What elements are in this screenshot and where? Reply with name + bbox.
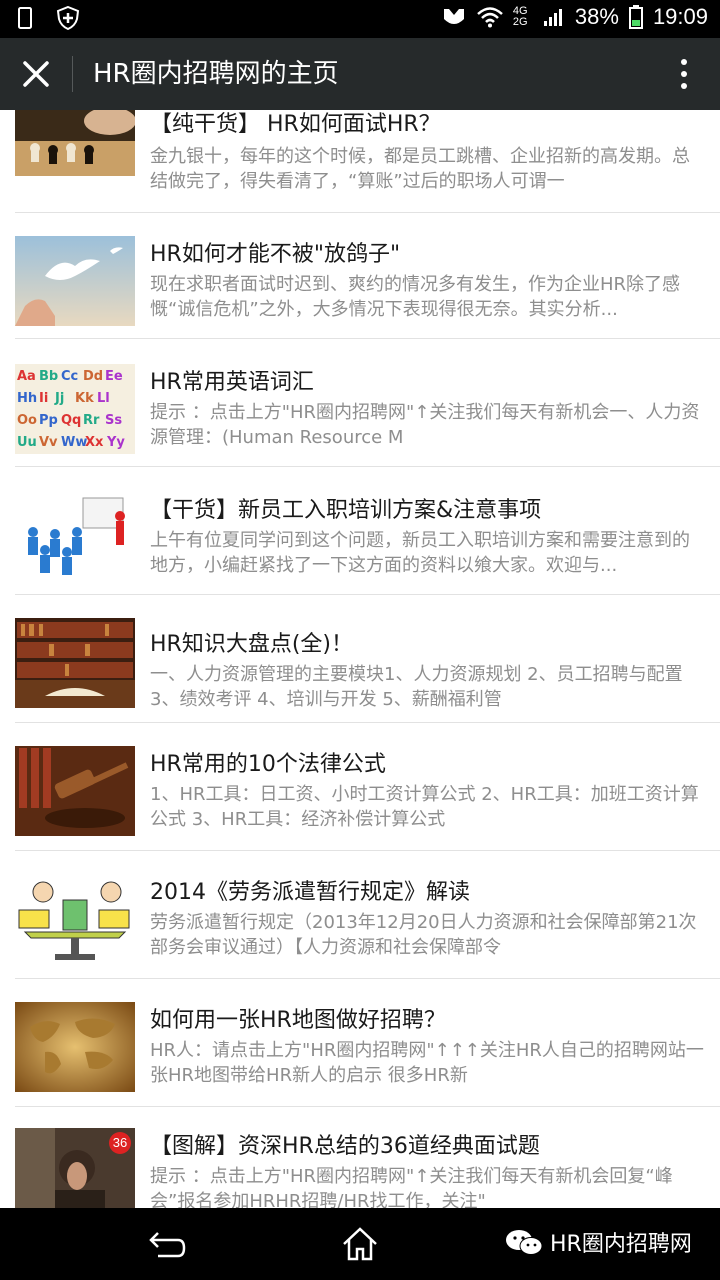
svg-text:Yy: Yy [106,435,125,450]
svg-text:Dd: Dd [83,369,103,384]
wechat-icon [506,1230,543,1255]
svg-text:Ww: Ww [61,435,87,450]
list-item[interactable]: 36 【图解】资深HR总结的36道经典面试题 提示 ：点击上方"HR圈内招聘网"… [0,1128,720,1208]
svg-text:Oo: Oo [17,413,37,428]
list-item[interactable]: HR知识大盘点(全)！ 一、人力资源管理的主要模块1、人力资源规划 2、员工招聘… [0,618,720,746]
close-icon[interactable] [18,56,54,92]
article-title: HR常用的10个法律公式 [150,752,386,777]
article-description: 提示 ：点击上方"HR圈内招聘网"↑关注我们每天有新机会回复“峰会”报名参加HR… [150,1166,673,1208]
network-type-label: 4G 2G [512,5,528,28]
separator [15,1106,720,1107]
phone-icon [18,7,32,29]
more-vertical-icon[interactable] [676,56,692,92]
battery-percent: 38% [574,4,619,29]
title-bar: HR圈内招聘网的主页 [0,38,720,110]
svg-text:Ll: Ll [97,391,110,406]
svg-text:Jj: Jj [54,391,64,406]
article-list: 【纯干货】 HR如何面试HR？ 金九银十，每年的这个时候，都是员工跳槽、企业招新… [0,110,720,1208]
list-item[interactable]: 如何用一张HR地图做好招聘？ HR人：请点击上方"HR圈内招聘网"↑↑↑关注HR… [0,1002,720,1130]
list-item[interactable]: 2014《劳务派遣暂行规定》解读 劳务派遣暂行规定（2013年12月20日人力资… [0,874,720,1002]
svg-text:Vv: Vv [39,435,58,450]
article-title: HR知识大盘点(全)！ [150,632,353,657]
svg-text:Aa: Aa [17,369,36,384]
article-description: 上午有位夏同学问到这个问题，新员工入职培训方案和需要注意到的地方，小编赶紧找了一… [150,530,690,576]
article-thumbnail [15,236,135,326]
separator [15,978,720,979]
article-title: HR常用英语词汇 [150,370,314,395]
separator [15,466,720,467]
svg-text:Ee: Ee [105,369,123,384]
shield-icon [56,6,80,30]
watermark-text: HR圈内招聘网 [550,1232,692,1257]
article-thumbnail [15,618,135,708]
article-description: 一、人力资源管理的主要模块1、人力资源规划 2、员工招聘与配置 3、绩效考评 4… [150,664,683,710]
article-description: HR人：请点击上方"HR圈内招聘网"↑↑↑关注HR人自己的招聘网站一张HR地图带… [150,1040,704,1086]
wifi-icon [477,7,503,28]
title-divider [72,56,73,92]
svg-text:Uu: Uu [17,435,37,450]
navigation-bar: HR圈内招聘网 [0,1208,720,1280]
status-left-icons [14,6,80,30]
svg-text:Kk: Kk [75,391,94,406]
watermark: HR圈内招聘网 [504,1226,692,1258]
article-thumbnail [15,492,135,582]
article-thumbnail: Aa Bb Cc Dd Ee Hh Ii Jj Kk Ll Oo Pp Qq Rr Ss Uu Vv Ww X… [15,364,135,454]
article-title: HR如何才能不被"放鸽子" [150,242,401,267]
list-item[interactable]: HR如何才能不被"放鸽子" 现在求职者面试时迟到、爽约的情况多有发生，作为企业H… [0,236,720,364]
list-item[interactable]: 【纯干货】 HR如何面试HR？ 金九银十，每年的这个时候，都是员工跳槽、企业招新… [0,110,720,216]
article-description: 1、HR工具：日工资、小时工资计算公式 2、HR工具：加班工资计算公式 3、HR… [150,784,699,830]
separator [15,594,720,595]
article-thumbnail [15,1002,135,1092]
svg-text:Qq: Qq [61,413,81,428]
battery-icon [628,5,643,29]
article-thumbnail: 36 [15,1128,135,1208]
notification-icon [443,9,464,24]
page-title: HR圈内招聘网的主页 [93,59,339,89]
separator [15,850,720,851]
article-description: 现在求职者面试时迟到、爽约的情况多有发生，作为企业HR除了感慨“诚信危机”之外，… [150,274,681,320]
article-description: 提示 ：点击上方"HR圈内招聘网"↑关注我们每天有新机会一、人力资源管理：(Hu… [150,402,700,448]
article-title: 【干货】新员工入职培训方案&注意事项 [150,498,542,523]
article-thumbnail [15,110,135,176]
article-title: 【纯干货】 HR如何面试HR？ [150,112,441,137]
article-thumbnail [15,874,135,964]
article-title: 【图解】资深HR总结的36道经典面试题 [150,1134,540,1159]
svg-text:Hh: Hh [17,391,37,406]
article-title: 2014《劳务派遣暂行规定》解读 [150,880,470,905]
list-item[interactable]: HR常用的10个法律公式 1、HR工具：日工资、小时工资计算公式 2、HR工具：… [0,746,720,874]
list-item[interactable]: 【干货】新员工入职培训方案&注意事项 上午有位夏同学问到这个问题，新员工入职培训… [0,492,720,620]
separator [15,212,720,213]
svg-text:Rr: Rr [83,413,100,428]
separator [15,722,720,723]
svg-text:Cc: Cc [61,369,78,384]
article-description: 金九银十，每年的这个时候，都是员工跳槽、企业招新的高发期。总结做完了，得失看清了… [150,146,690,192]
back-icon[interactable] [146,1228,186,1262]
status-right-icons: 4G 2G 38% 19:09 [441,4,708,30]
status-bar: 4G 2G 38% 19:09 [0,0,720,38]
article-title: 如何用一张HR地图做好招聘？ [150,1008,446,1033]
article-description: 劳务派遣暂行规定（2013年12月20日人力资源和社会保障部第21次部务会审议通… [150,912,697,958]
article-thumbnail [15,746,135,836]
signal-icon [543,9,562,26]
svg-text:Xx: Xx [85,435,104,450]
clock: 19:09 [652,4,708,29]
number-badge: 36 [109,1132,131,1154]
list-item[interactable]: Aa Bb Cc Dd Ee Hh Ii Jj Kk Ll Oo Pp Qq Rr Ss Uu Vv Ww X… [0,364,720,492]
svg-text:Pp: Pp [39,413,58,428]
separator [15,338,720,339]
home-icon[interactable] [340,1224,380,1264]
svg-text:Ss: Ss [105,413,122,428]
svg-text:Ii: Ii [39,391,48,406]
svg-text:Bb: Bb [39,369,58,384]
